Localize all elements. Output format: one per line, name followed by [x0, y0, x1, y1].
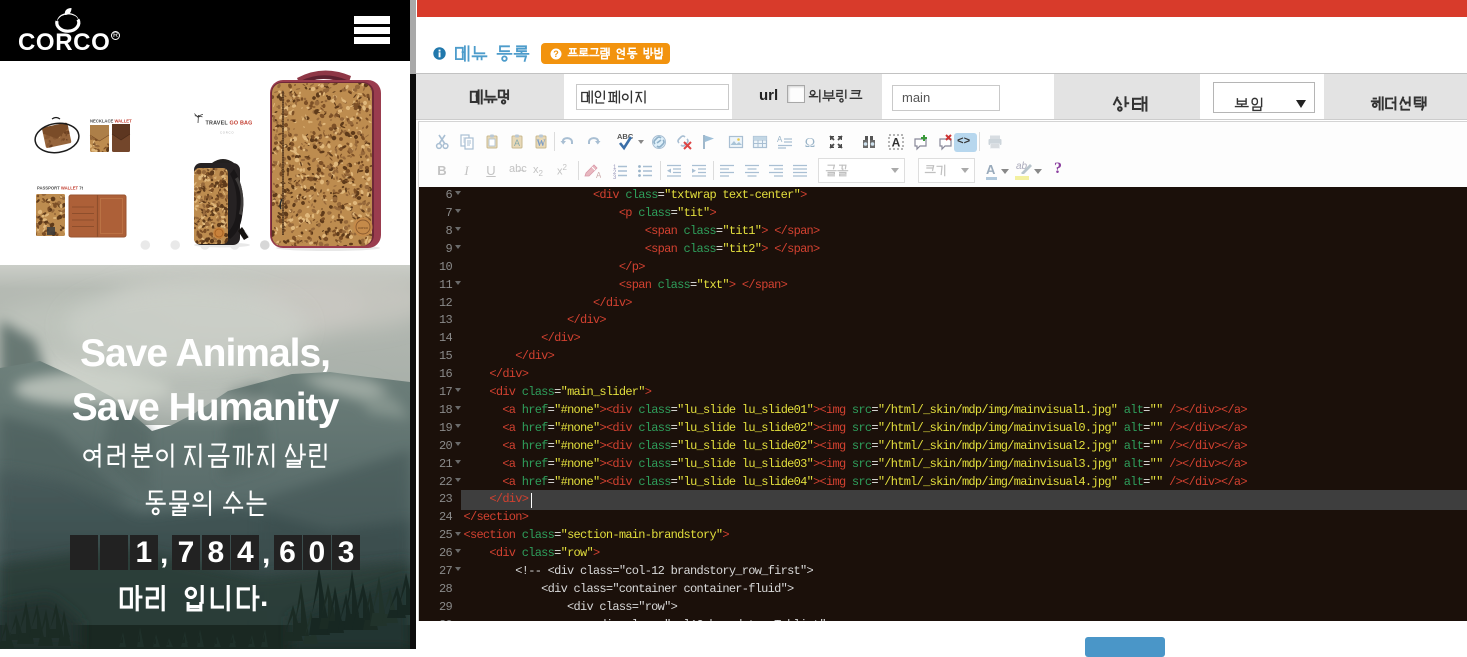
svg-text:C O R C O: C O R C O	[220, 131, 234, 135]
svg-text:corco: corco	[358, 225, 369, 230]
svg-text:?: ?	[553, 49, 559, 59]
svg-text:PASSPORT WALLET 7t: PASSPORT WALLET 7t	[37, 186, 84, 191]
svg-text:A: A	[513, 138, 519, 148]
svg-text:Ω: Ω	[804, 136, 814, 151]
svg-text:ABC: ABC	[617, 132, 634, 141]
svg-text:3: 3	[613, 175, 617, 180]
svg-text:A: A	[596, 171, 601, 180]
svg-text:W: W	[537, 138, 546, 148]
svg-text:A: A	[777, 135, 783, 144]
svg-text:TRAVEL GO BAG: TRAVEL GO BAG	[206, 121, 253, 127]
svg-text:NECKLACE WALLET: NECKLACE WALLET	[90, 119, 132, 124]
svg-text:A: A	[891, 135, 900, 149]
